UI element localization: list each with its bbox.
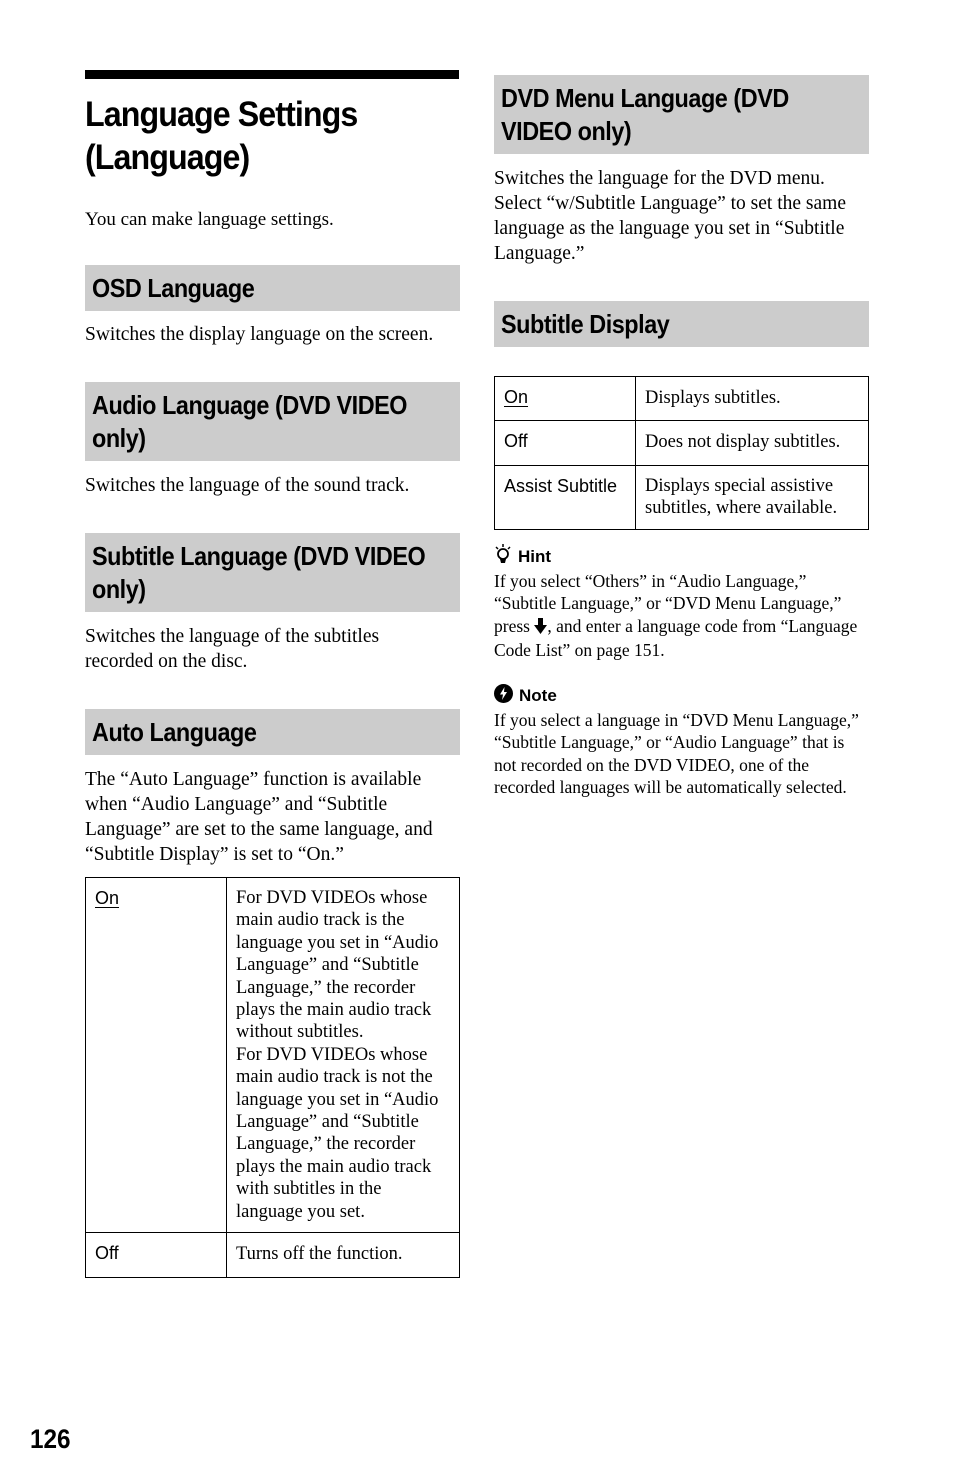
section-body-audio-language: Switches the language of the sound track… — [85, 475, 410, 496]
section-heading-subtitle-language: Subtitle Language (DVD VIDEO only) — [85, 533, 460, 612]
section-heading-audio-language: Audio Language (DVD VIDEO only) — [85, 382, 460, 461]
section-body-auto-language: The “Auto Language” function is availabl… — [85, 769, 433, 865]
option-key: Off — [494, 420, 636, 466]
option-description: Displays subtitles. — [635, 375, 869, 422]
right-column: DVD Menu Language (DVD VIDEO only) Switc… — [494, 75, 869, 799]
table-row: On Displays subtitles. — [494, 375, 869, 422]
table-row: On For DVD VIDEOs whose main audio track… — [85, 876, 460, 1234]
section-body-osd-language: Switches the display language on the scr… — [85, 324, 434, 345]
hint-text: If you select “Others” in “Audio Languag… — [494, 570, 858, 661]
page-title-line1: Language Settings — [85, 95, 358, 134]
hint-title: Hint — [494, 543, 869, 570]
page-title: Language Settings (Language) — [85, 93, 430, 179]
note-warning-icon — [494, 683, 513, 709]
title-rule — [85, 70, 459, 79]
section-body-dvd-menu-language: Switches the language for the DVD menu. … — [494, 168, 846, 264]
lightbulb-icon — [494, 543, 512, 570]
option-description: For DVD VIDEOs whose main audio track is… — [226, 876, 460, 1234]
option-key: On — [494, 375, 636, 422]
subtitle-display-options-table: On Displays subtitles. Off Does not disp… — [494, 375, 869, 530]
down-arrow-icon — [534, 617, 548, 640]
option-description: Displays special assistive subtitles, wh… — [635, 464, 869, 530]
table-row: Assist Subtitle Displays special assisti… — [494, 464, 869, 530]
table-row: Off Does not display subtitles. — [494, 420, 869, 466]
section-heading-dvd-menu-language: DVD Menu Language (DVD VIDEO only) — [494, 75, 869, 154]
page-title-line2: (Language) — [85, 138, 250, 177]
page-number: 126 — [30, 1424, 71, 1454]
table-row: Off Turns off the function. — [85, 1232, 460, 1278]
option-key: Off — [85, 1232, 227, 1278]
hint-box: Hint If you select “Others” in “Audio La… — [494, 543, 869, 662]
auto-language-options-table: On For DVD VIDEOs whose main audio track… — [85, 876, 460, 1278]
option-key: Assist Subtitle — [494, 464, 636, 530]
intro-text: You can make language settings. — [85, 209, 334, 230]
section-heading-osd-language: OSD Language — [85, 265, 460, 311]
option-description: Turns off the function. — [226, 1232, 460, 1278]
option-key: On — [85, 876, 227, 1234]
note-box: Note If you select a language in “DVD Me… — [494, 683, 869, 799]
section-heading-auto-language: Auto Language — [85, 709, 460, 755]
note-title: Note — [494, 683, 869, 709]
note-text: If you select a language in “DVD Menu La… — [494, 709, 859, 798]
left-column: Language Settings (Language) You can mak… — [85, 70, 460, 1278]
section-body-subtitle-language: Switches the language of the subtitles r… — [85, 626, 380, 672]
option-description: Does not display subtitles. — [635, 420, 869, 466]
section-heading-subtitle-display: Subtitle Display — [494, 301, 869, 347]
